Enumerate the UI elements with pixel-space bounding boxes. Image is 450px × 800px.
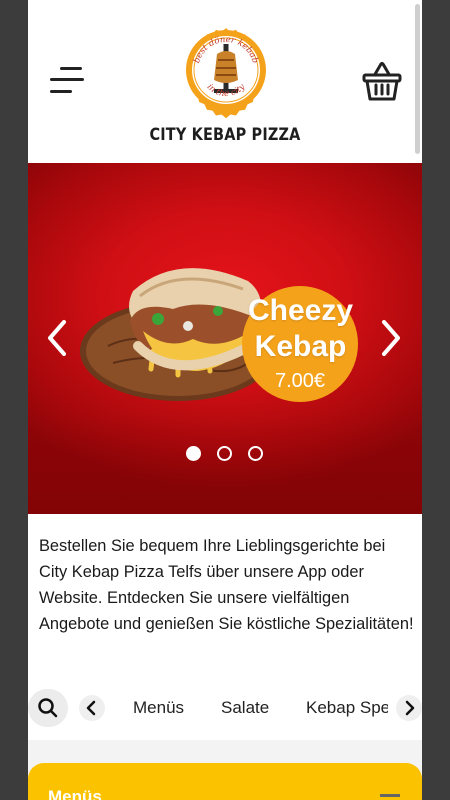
intro-text: Bestellen Sie bequem Ihre Lieblingsgeric… (39, 537, 414, 633)
category-search-button[interactable] (28, 689, 68, 727)
app-screen: best döner kebab in the city CITY KEBAP … (28, 0, 422, 800)
app-header: best döner kebab in the city CITY KEBAP … (28, 0, 422, 163)
carousel-dot-3[interactable] (248, 446, 263, 461)
category-track: Menüs Salate Kebap Spezialitäten (108, 686, 388, 730)
menus-section-header[interactable]: Menüs (28, 763, 422, 800)
carousel-dots (184, 446, 264, 462)
category-next-button[interactable] (396, 695, 422, 721)
section-title: Menüs (48, 787, 102, 800)
category-item-kebap[interactable]: Kebap Spezialitäten (306, 698, 388, 718)
shopping-basket-icon[interactable] (362, 60, 402, 102)
hamburger-menu-icon[interactable] (50, 66, 86, 96)
chevron-right-icon[interactable] (376, 318, 406, 358)
chevron-left-icon[interactable] (42, 318, 72, 358)
promo-carousel[interactable]: Cheezy Kebap 7.00€ (28, 163, 422, 514)
page-scrollbar[interactable] (415, 4, 420, 154)
promo-price: 7.00€ (274, 370, 326, 392)
brand-name: CITY KEBAP PIZZA (149, 125, 301, 145)
category-bar: Menüs Salate Kebap Spezialitäten (28, 686, 422, 730)
category-item-menus[interactable]: Menüs (133, 698, 184, 718)
brand-logo[interactable]: best döner kebab in the city (174, 18, 278, 122)
minus-icon[interactable] (380, 794, 400, 797)
promo-title-line2: Kebap (254, 330, 347, 363)
search-icon (38, 698, 58, 718)
chevron-right-icon (405, 700, 415, 716)
promo-title-line1: Cheezy (247, 294, 354, 327)
chevron-left-icon (86, 700, 96, 716)
carousel-dot-2[interactable] (217, 446, 232, 461)
category-prev-button[interactable] (79, 695, 105, 721)
promo-title: Cheezy Kebap (238, 293, 363, 365)
category-item-salate[interactable]: Salate (221, 698, 269, 718)
carousel-dot-1[interactable] (186, 446, 201, 461)
